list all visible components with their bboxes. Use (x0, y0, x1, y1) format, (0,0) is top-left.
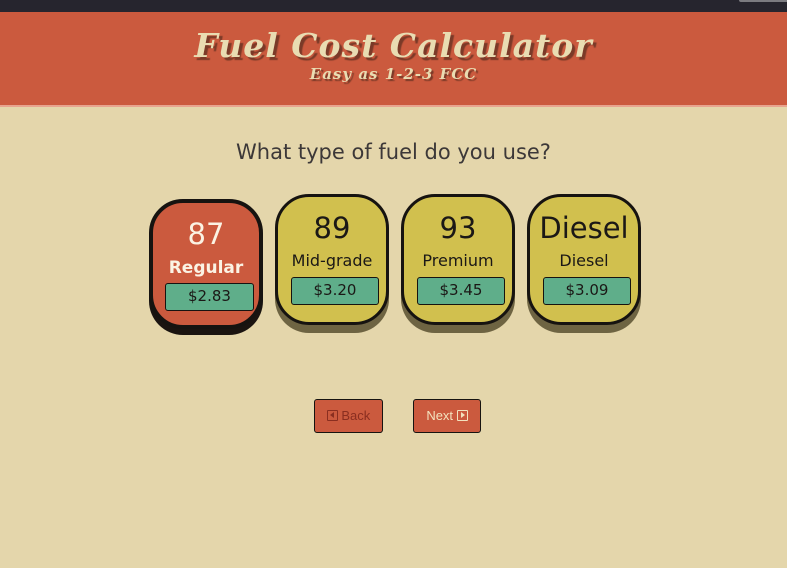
app-subtitle: Easy as 1-2-3 FCC (309, 65, 478, 83)
fuel-price: $2.83 (165, 283, 254, 311)
fuel-grade-name: Mid-grade (291, 251, 373, 270)
fuel-grade-name: Premium (422, 251, 494, 270)
fuel-price: $3.20 (291, 277, 379, 305)
app-header: Fuel Cost Calculator Easy as 1-2-3 FCC (0, 12, 787, 107)
back-button[interactable]: Back (314, 399, 383, 433)
fuel-grade: 93 (439, 211, 477, 245)
browser-tab-edge (739, 0, 787, 2)
fuel-option-premium[interactable]: 93 Premium $3.45 (401, 194, 515, 325)
back-button-label: Back (341, 408, 371, 423)
fuel-grade: 89 (313, 211, 351, 245)
fuel-price: $3.09 (543, 277, 631, 305)
fuel-option-diesel[interactable]: Diesel Diesel $3.09 (527, 194, 641, 325)
app-title: Fuel Cost Calculator (194, 26, 593, 65)
fuel-grade-name: Diesel (559, 251, 609, 270)
next-button[interactable]: Next (413, 399, 481, 433)
fuel-grade: Diesel (539, 211, 629, 245)
browser-top-bar (0, 0, 787, 12)
caret-square-left-icon (326, 410, 338, 421)
caret-square-right-icon (456, 410, 468, 421)
next-button-label: Next (426, 408, 454, 423)
fuel-grade-name: Regular (168, 258, 244, 278)
fuel-price: $3.45 (417, 277, 505, 305)
fuel-option-regular[interactable]: 87 Regular $2.83 (149, 199, 263, 329)
question-prompt: What type of fuel do you use? (236, 140, 551, 164)
fuel-option-mid-grade[interactable]: 89 Mid-grade $3.20 (275, 194, 389, 325)
fuel-grade: 87 (187, 217, 225, 251)
